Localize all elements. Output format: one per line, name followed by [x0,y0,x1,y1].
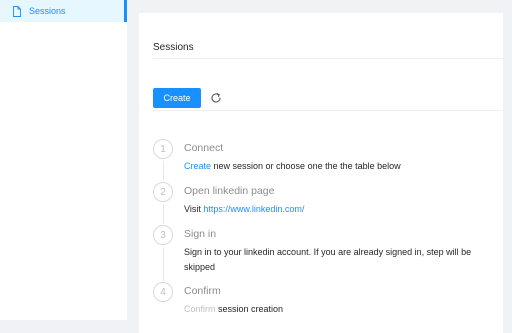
sessions-card: Sessions Create 1 Connect Create new ses… [139,13,503,333]
toolbar-divider [153,110,503,111]
sidebar: Sessions [0,0,127,320]
create-link[interactable]: Create [184,161,211,171]
step-description: Sign in to your linkedin account. If you… [184,247,472,272]
step-title: Connect [184,142,224,154]
sidebar-item-sessions[interactable]: Sessions [0,0,127,22]
page-title: Sessions [153,42,194,53]
reload-icon[interactable] [210,92,222,104]
step-connector [162,204,164,224]
step-description: Create new session or choose one the the… [184,159,489,174]
step-number: 1 [153,139,173,159]
step-description: Confirm session creation [184,302,489,317]
step-description-text: session creation [215,304,284,314]
create-session-button[interactable]: Create [153,88,201,108]
confirm-link[interactable]: Confirm [184,304,216,314]
step-title: Confirm [184,285,221,297]
step-connector [162,161,164,181]
step-description: Visit https://www.linkedin.com/ [184,202,489,217]
linkedin-link[interactable]: https://www.linkedin.com/ [203,204,304,214]
step-number: 2 [153,182,173,202]
step-description-text: new session or choose one the the table … [211,161,401,171]
step-title: Open linkedin page [184,185,275,197]
step-number: 4 [153,282,173,302]
sidebar-item-label: Sessions [29,6,66,16]
step-title: Sign in [184,228,217,240]
file-icon [12,5,22,17]
step-description-text: Visit [184,204,204,214]
step-number: 3 [153,225,173,245]
step-connector [162,247,164,281]
title-divider [153,58,503,59]
